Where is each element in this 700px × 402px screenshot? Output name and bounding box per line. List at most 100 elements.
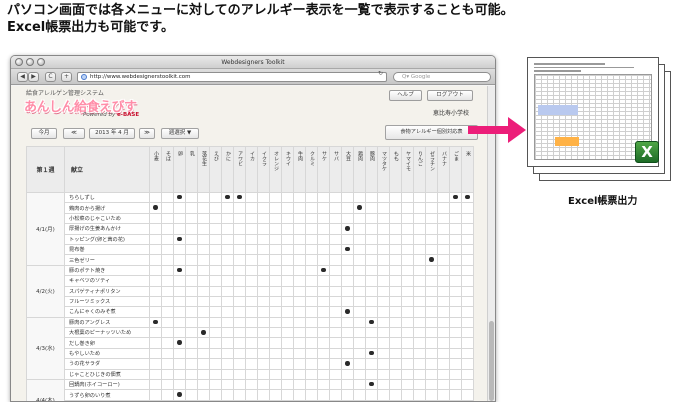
menu-item-cell[interactable]: 厚揚げの生姜あんかけ [64, 223, 150, 235]
allergen-cell [149, 379, 162, 391]
menu-item-cell[interactable]: 大根葉のピーナッツいため [64, 327, 150, 339]
allergen-cell [365, 191, 378, 204]
allergen-cell [377, 306, 390, 318]
allergen-cell [173, 379, 186, 391]
allergen-cell [161, 337, 174, 349]
allergen-cell [389, 347, 402, 360]
logout-button[interactable]: ログアウト [427, 90, 473, 101]
allergen-header: ごま [449, 146, 462, 193]
allergen-cell [437, 295, 450, 308]
allergen-cell [257, 316, 270, 329]
allergen-cell [221, 202, 234, 214]
add-bookmark-button[interactable]: + [61, 72, 72, 82]
allergen-dot-icon [345, 246, 350, 252]
menu-item-cell[interactable]: キャベツのソティ [64, 275, 150, 287]
menu-item-cell[interactable]: トッピング(卵と茸の花) [64, 233, 150, 245]
allergen-cell [185, 347, 198, 360]
reload-button[interactable]: C [45, 72, 56, 82]
allergen-cell [353, 379, 366, 391]
menu-item-cell[interactable]: 三色ゼリー [64, 254, 150, 266]
allergen-cell [425, 191, 438, 204]
allergen-cell [197, 223, 210, 235]
menu-item-cell[interactable]: ちらしずし [64, 191, 150, 204]
allergen-cell [425, 275, 438, 287]
allergen-cell [197, 285, 210, 297]
allergen-cell [245, 379, 258, 391]
menu-item-cell[interactable]: もやしいため [64, 347, 150, 360]
allergen-cell [305, 379, 318, 391]
allergen-cell [329, 327, 342, 339]
allergen-cell [353, 347, 366, 360]
refresh-icon[interactable]: ↻ [378, 70, 383, 77]
scrollbar-thumb[interactable] [489, 321, 494, 401]
allergen-cell [197, 275, 210, 287]
allergen-cell [341, 358, 354, 370]
allergen-cell [413, 202, 426, 214]
allergen-cell [425, 223, 438, 235]
menu-item-cell[interactable]: スパゲティナポリタン [64, 285, 150, 297]
powered-by: Powered by e-BASE [83, 112, 139, 118]
allergen-cell [173, 212, 186, 225]
allergen-cell [461, 254, 474, 266]
allergen-cell [437, 316, 450, 329]
allergen-cell [257, 285, 270, 297]
help-button[interactable]: ヘルプ [389, 90, 422, 101]
allergen-cell [329, 358, 342, 370]
allergen-cell [389, 306, 402, 318]
allergen-cell [449, 306, 462, 318]
allergen-cell [281, 254, 294, 266]
allergen-cell [221, 191, 234, 204]
allergen-cell [149, 285, 162, 297]
allergen-cell [365, 379, 378, 391]
search-icon: Q▾ [402, 74, 411, 80]
menu-item-cell[interactable]: こんにゃくのみそ煮 [64, 306, 150, 318]
allergen-cell [209, 212, 222, 225]
allergen-cell [173, 223, 186, 235]
menu-item-cell[interactable]: フルーツミックス [64, 295, 150, 308]
allergy-table-button[interactable]: 食物アレルギー個別対応表 [385, 125, 478, 140]
allergen-table: 第１週 献立 小麦 そば卵乳落花生 えび かに アワビ イカ イクラ オレンジ キウイ 牛肉 クルミ サケ… [26, 146, 474, 401]
allergen-cell [149, 389, 162, 401]
allergen-cell [221, 243, 234, 256]
allergen-cell [401, 347, 414, 360]
allergen-cell [341, 368, 354, 381]
menu-item-cell[interactable]: 小松菜のじゃこいため [64, 212, 150, 225]
allergen-cell [377, 358, 390, 370]
allergen-cell [353, 337, 366, 349]
week-select[interactable]: 週選択 ▼ [161, 128, 199, 139]
allergen-cell [413, 223, 426, 235]
menu-item-cell[interactable]: 昆布巻 [64, 243, 150, 256]
menu-item-cell[interactable]: うの花サラダ [64, 358, 150, 370]
menu-item-cell[interactable]: 鶏肉のから揚げ [64, 202, 150, 214]
address-bar[interactable]: http://www.webdesignerstoolkit.com [77, 72, 387, 82]
allergen-cell [461, 223, 474, 235]
menu-item-cell[interactable]: じゃことひじきの佃煮 [64, 368, 150, 381]
menu-item-cell[interactable]: 回鍋肉(ホイコーロー) [64, 379, 150, 391]
allergen-cell [413, 337, 426, 349]
allergen-cell [425, 337, 438, 349]
allergen-cell [425, 379, 438, 391]
forward-button[interactable]: ▶ [28, 72, 39, 82]
allergen-cell [281, 337, 294, 349]
back-button[interactable]: ◀ [17, 72, 28, 82]
allergen-cell [449, 264, 462, 277]
allergen-header: ヤマイモ [401, 146, 414, 193]
allergen-cell [293, 358, 306, 370]
next-month-button[interactable]: ≫ [139, 128, 155, 139]
allergen-cell [209, 306, 222, 318]
allergen-dot-icon [237, 194, 242, 200]
search-field[interactable]: Q▾ Google [393, 72, 491, 82]
menu-item-cell[interactable]: だし巻き卵 [64, 337, 150, 349]
menu-item-cell[interactable]: 豚のポテト焼き [64, 264, 150, 277]
menu-item-cell[interactable]: 豚肉のアングレス [64, 316, 150, 329]
prev-month-button[interactable]: ≪ [63, 128, 85, 139]
allergen-cell [233, 379, 246, 391]
this-month-button[interactable]: 今月 [31, 128, 57, 139]
allergen-cell [341, 379, 354, 391]
allergen-cell [377, 379, 390, 391]
allergen-cell [329, 379, 342, 391]
menu-item-cell[interactable]: うずら卵のいり煮 [64, 389, 150, 401]
allergen-dot-icon [453, 194, 458, 200]
allergen-cell [257, 202, 270, 214]
allergen-cell [185, 379, 198, 391]
